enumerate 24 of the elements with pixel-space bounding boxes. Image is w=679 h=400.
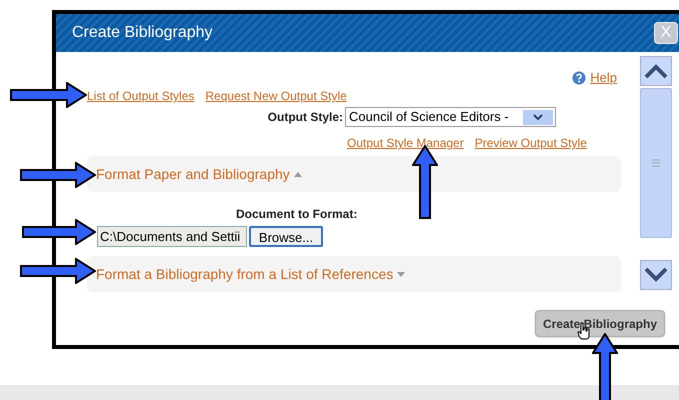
chevron-up-icon [644,63,668,79]
file-path-field[interactable]: C:\Documents and Settii [97,226,247,247]
scroll-down-button[interactable] [640,260,672,290]
section-title: Format Paper and Bibliography [96,164,290,184]
help-icon [572,71,586,85]
style-link[interactable]: Output Style Manager [347,134,464,148]
output-style-select[interactable]: Council of Science Editors - [345,107,556,127]
section-panel[interactable]: Format Paper and Bibliography [87,156,621,192]
help-link[interactable]: Help [590,68,617,88]
section-title: Format a Bibliography from a List of References [96,264,394,284]
scroll-up-button[interactable] [640,56,672,86]
browse-button[interactable]: Browse... [249,226,323,247]
chevron-down-icon [644,267,668,283]
scroll-thumb[interactable] [640,88,672,238]
window-title: Create Bibliography [72,23,213,43]
grip-icon [652,159,660,167]
output-style-label: Output Style: [266,109,344,126]
style-link[interactable]: Preview Output Style [474,134,587,148]
create-bibliography-button[interactable]: Create Bibliography [535,310,665,337]
section-panel[interactable]: Format a Bibliography from a List of References [87,256,621,292]
style-link[interactable]: Request New Output Style [205,87,347,101]
document-label: Document to Format: [236,206,358,223]
dropdown-caret-icon [523,110,553,124]
style-link[interactable]: List of Output Styles [87,87,194,101]
